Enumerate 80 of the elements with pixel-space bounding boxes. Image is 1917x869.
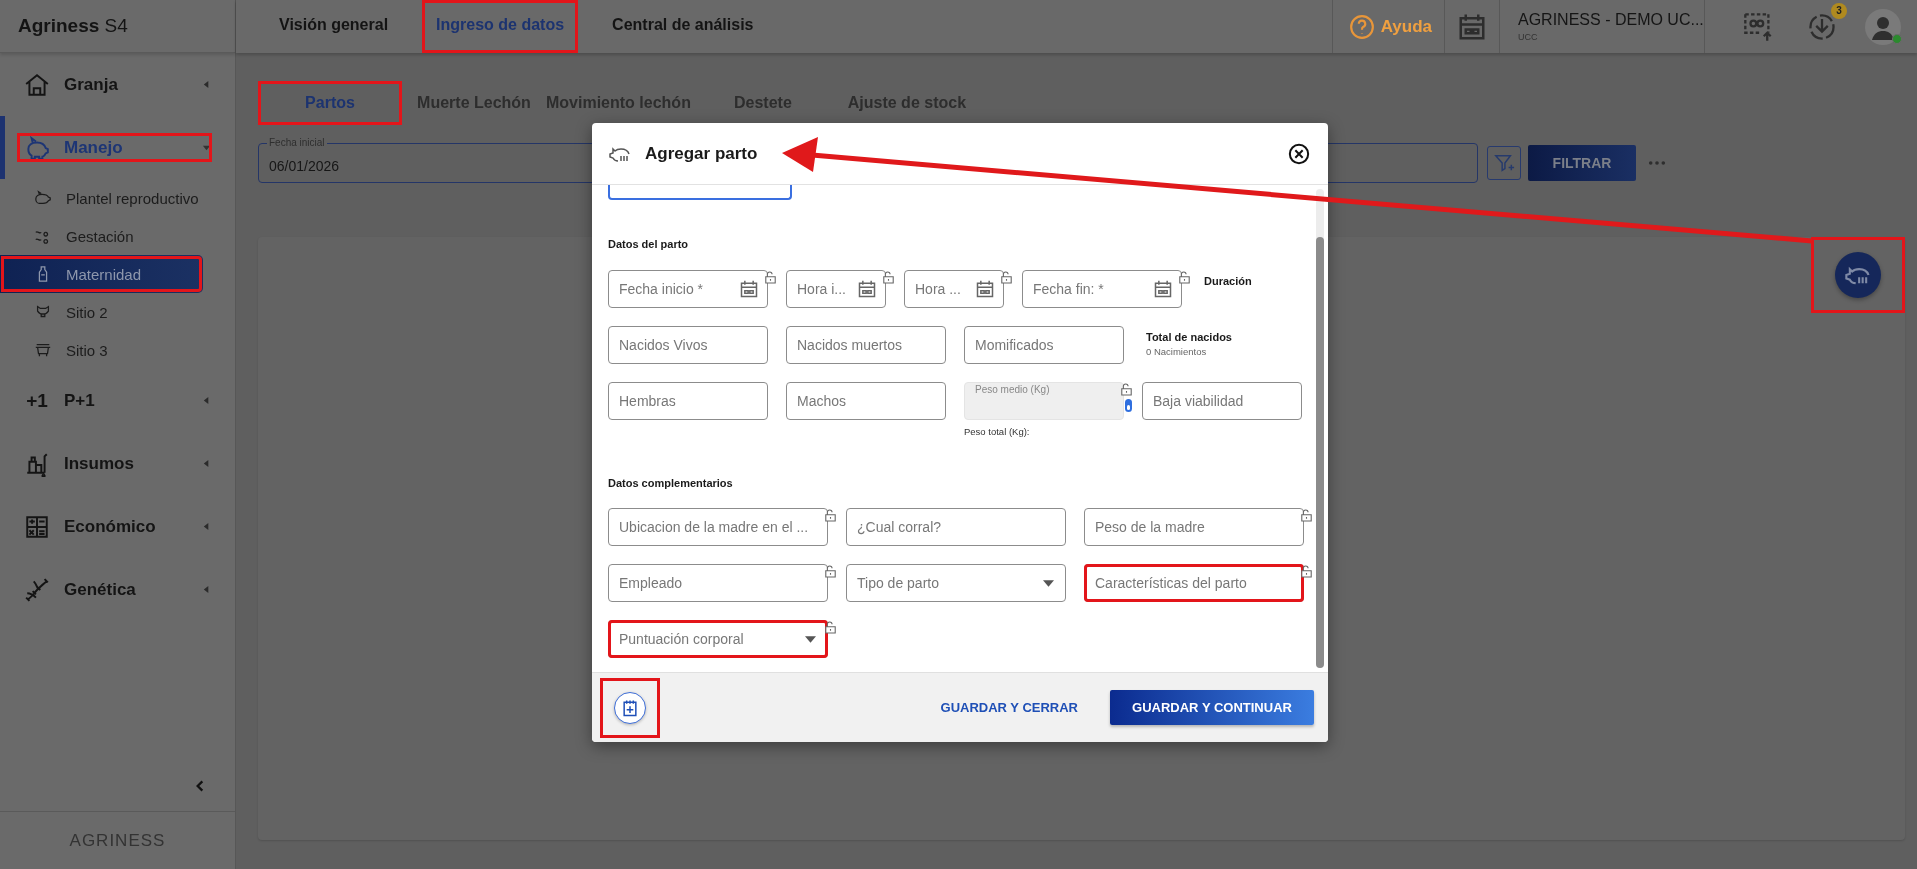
- calendar-icon[interactable]: [857, 279, 877, 299]
- sidebar-subitem[interactable]: Gestación: [0, 217, 203, 255]
- sidebar-item[interactable]: Genética: [0, 558, 229, 621]
- input-field[interactable]: Momificados: [964, 326, 1124, 364]
- date-field[interactable]: Fecha fin: *: [1022, 270, 1182, 308]
- select-field[interactable]: Puntuación corporal: [608, 620, 828, 658]
- sidebar-item[interactable]: +1 P+1: [0, 369, 229, 432]
- calculator-icon: [24, 513, 50, 540]
- input-field[interactable]: Baja viabilidad: [1142, 382, 1302, 420]
- save-close-button[interactable]: GUARDAR Y CERRAR: [940, 700, 1078, 715]
- unlocked-padlock-icon[interactable]: [765, 271, 776, 284]
- help-link[interactable]: Ayuda: [1331, 0, 1445, 53]
- sidebar-subitem[interactable]: Plantel reproductivo: [0, 179, 203, 217]
- unlocked-padlock-icon[interactable]: [1179, 271, 1190, 284]
- input-field[interactable]: Nacidos Vivos: [608, 326, 768, 364]
- footer-logo: AGRINESS: [69, 830, 166, 851]
- tab[interactable]: Partos: [258, 81, 402, 125]
- section-title: Datos complementarios: [608, 476, 734, 491]
- dna-icon: [24, 576, 50, 603]
- save-continue-button[interactable]: GUARDAR Y CONTINUAR: [1110, 690, 1314, 725]
- select-field[interactable]: Tipo de parto: [846, 564, 1066, 602]
- date-field[interactable]: Fecha inicio *: [608, 270, 768, 308]
- house-icon: [24, 71, 50, 98]
- filter-plus-icon: [1493, 152, 1515, 174]
- filter-button[interactable]: FILTRAR: [1528, 145, 1636, 181]
- field-caption: Peso total (Kg):: [964, 425, 1031, 439]
- unlocked-padlock-icon[interactable]: [883, 271, 894, 284]
- user-silhouette-icon: [1865, 8, 1901, 45]
- help-icon: [1348, 13, 1375, 40]
- unlocked-padlock-icon[interactable]: [825, 565, 836, 578]
- scrollbar[interactable]: [1316, 189, 1324, 668]
- close-icon[interactable]: [1288, 142, 1310, 165]
- summary-label: Duración: [1204, 275, 1252, 287]
- unlocked-padlock-icon[interactable]: [825, 509, 836, 522]
- unlocked-padlock-icon[interactable]: [1301, 565, 1312, 578]
- time-field[interactable]: Hora i...: [786, 270, 886, 308]
- dropdown-caret-icon: [805, 636, 816, 643]
- summary-value: 0 Nacimientos: [1146, 346, 1208, 357]
- sidebar-item[interactable]: Insumos: [0, 432, 229, 495]
- dropdown-caret-icon: [1043, 580, 1054, 587]
- sidebar-item[interactable]: Granja: [0, 53, 229, 116]
- nav-tab[interactable]: Central de análisis: [598, 0, 768, 53]
- download-icon[interactable]: [1807, 11, 1837, 42]
- calendar-icon[interactable]: [739, 279, 759, 299]
- trough-icon: [34, 341, 52, 359]
- calendar-icon[interactable]: [975, 279, 995, 299]
- pig-icon: [34, 189, 52, 207]
- add-birth-button[interactable]: [1811, 237, 1905, 313]
- input-field[interactable]: Empleado: [608, 564, 828, 602]
- calendar-icon[interactable]: [1153, 279, 1173, 299]
- section-title: Datos del parto: [608, 237, 690, 252]
- sidebar-subitem[interactable]: Sitio 3: [0, 331, 203, 369]
- input-field[interactable]: Peso de la madre: [1084, 508, 1304, 546]
- input-field[interactable]: Hembras: [608, 382, 768, 420]
- input-field[interactable]: ¿Cual corral?: [846, 508, 1066, 546]
- unlocked-padlock-icon[interactable]: [1301, 509, 1312, 522]
- pig-icon: [24, 134, 50, 161]
- user-avatar[interactable]: [1865, 8, 1901, 45]
- sidebar-subitem[interactable]: Sitio 2: [0, 293, 203, 331]
- brand-logo: Agriness S4: [0, 0, 235, 53]
- input-field[interactable]: Nacidos muertos: [786, 326, 946, 364]
- unlocked-padlock-icon[interactable]: [825, 621, 836, 634]
- input-field[interactable]: [608, 185, 792, 200]
- input-field[interactable]: Características del parto: [1084, 564, 1304, 602]
- input-field[interactable]: Machos: [786, 382, 946, 420]
- sidebar-item[interactable]: Manejo: [0, 116, 229, 179]
- field-label: Peso medio (Kg): [973, 384, 1052, 396]
- notification-badge: 3: [1831, 2, 1847, 19]
- upload-icon[interactable]: [1743, 11, 1773, 42]
- nav-tab[interactable]: Visión general: [265, 0, 403, 53]
- nav-tab[interactable]: Ingreso de datos: [422, 0, 579, 53]
- input-field[interactable]: Ubicacion de la madre en el ...: [608, 508, 828, 546]
- add-note-button[interactable]: [600, 677, 660, 738]
- time-field[interactable]: Hora ...: [904, 270, 1004, 308]
- sidebar-subitem[interactable]: Maternidad: [0, 255, 203, 293]
- sidebar-item[interactable]: Económico: [0, 495, 229, 558]
- summary-label: Total de nacidos: [1146, 331, 1232, 343]
- unlocked-padlock-icon[interactable]: [1001, 271, 1012, 284]
- dialog-title: Agregar parto: [645, 143, 758, 164]
- plus-one-icon: +1: [24, 389, 50, 412]
